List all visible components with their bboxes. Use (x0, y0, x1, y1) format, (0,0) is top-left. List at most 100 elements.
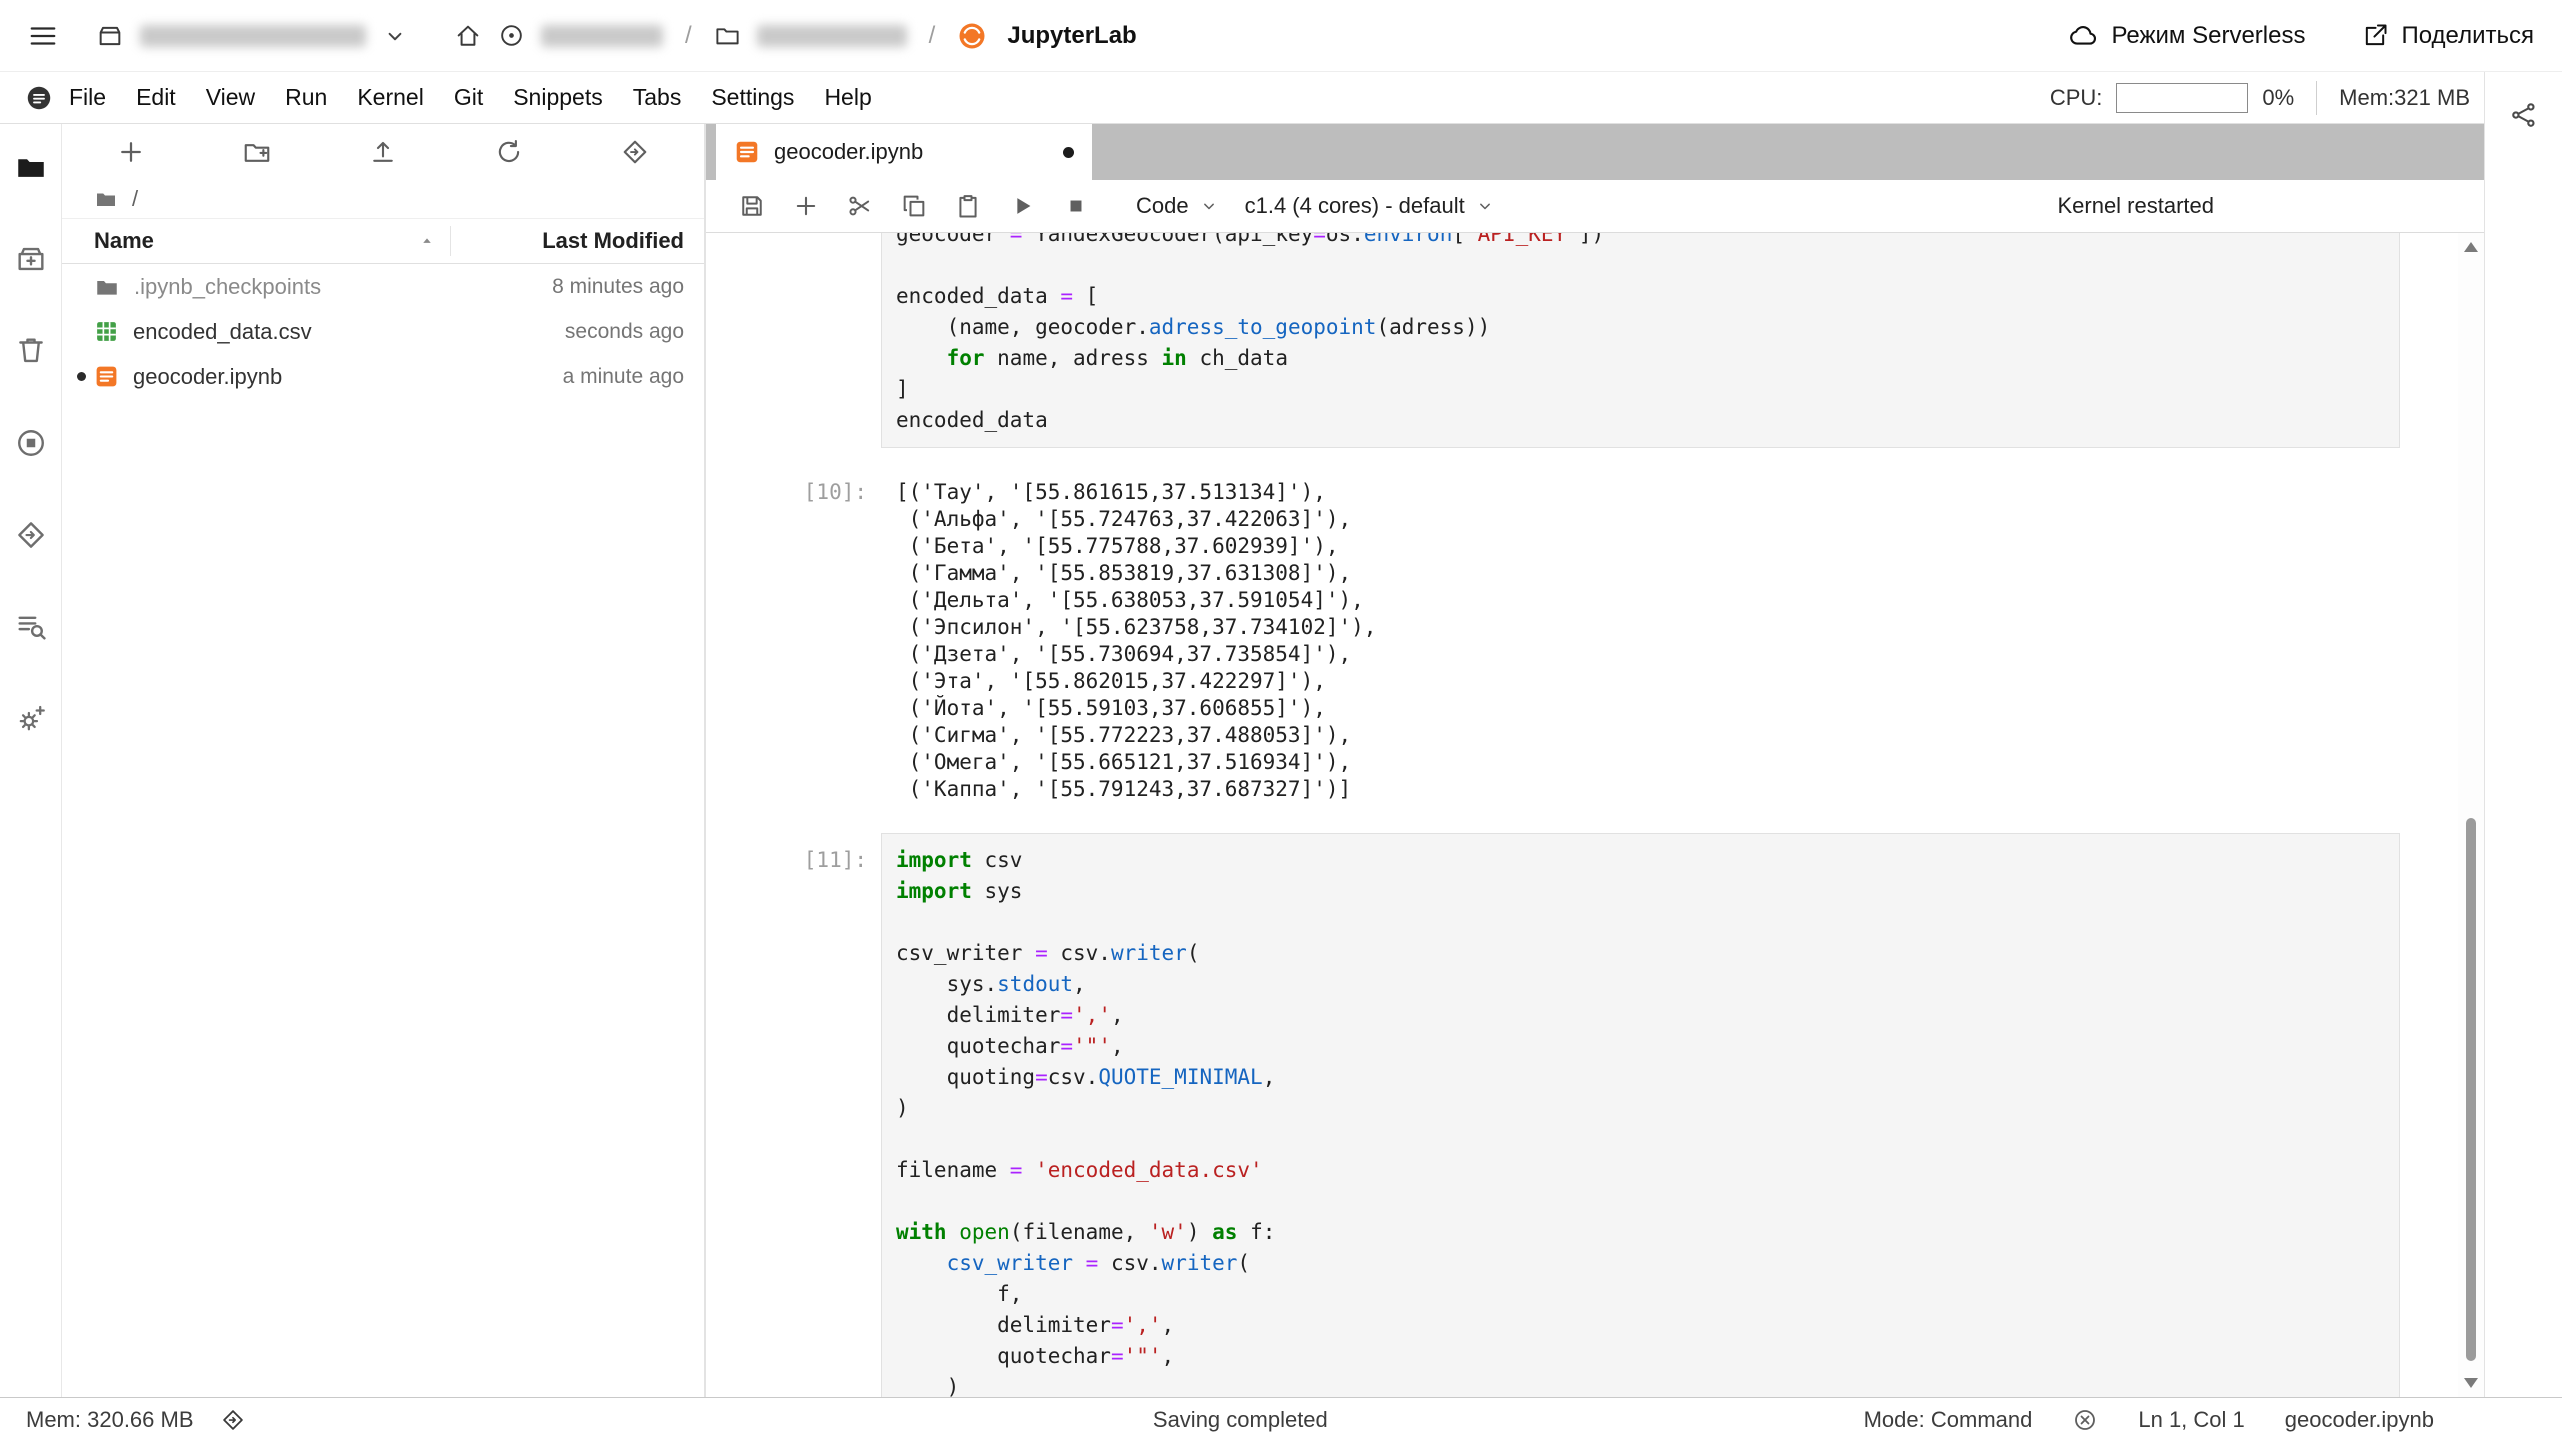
kernel-running-dot (76, 372, 86, 381)
chevron-down-icon (1475, 196, 1495, 216)
cell-input-area[interactable]: import csv import sys csv_writer = csv.w… (881, 833, 2400, 1397)
menu-view[interactable]: View (191, 84, 270, 111)
file-row[interactable]: .ipynb_checkpoints 8 minutes ago (62, 264, 704, 309)
breadcrumb-root[interactable]: / (132, 186, 138, 212)
cpu-label: CPU: (2049, 84, 2103, 110)
menu-tabs[interactable]: Tabs (618, 84, 697, 111)
menu-file[interactable]: File (54, 84, 121, 111)
refresh-button[interactable] (494, 137, 524, 167)
new-launcher-button[interactable] (116, 137, 146, 167)
serverless-label: Режим Serverless (2111, 21, 2306, 49)
menu-settings[interactable]: Settings (696, 84, 809, 111)
sidebar-tab-toc[interactable] (14, 610, 48, 644)
project-name-redacted[interactable] (541, 24, 663, 47)
csv-file-icon (94, 319, 119, 344)
column-name[interactable]: Name (94, 228, 154, 254)
hamburger-menu-icon[interactable] (28, 21, 58, 51)
sidebar-tab-files[interactable] (14, 150, 48, 184)
notebook-file-icon (94, 364, 119, 389)
menu-kernel[interactable]: Kernel (342, 84, 438, 111)
sidebar-tab-trash[interactable] (14, 334, 48, 368)
workspace-name-redacted[interactable] (140, 24, 366, 47)
app-title: JupyterLab (1007, 21, 1137, 49)
catalog-icon (96, 22, 124, 50)
scroll-up-arrow[interactable] (2464, 242, 2478, 252)
kernel-dropdown[interactable]: c1.4 (4 cores) - default (1245, 193, 1495, 219)
upload-button[interactable] (368, 137, 398, 167)
cell-source: geocoder = YandexGeocoder(api_key=os.env… (896, 233, 1605, 432)
output-cell[interactable]: [10]: [('Тау', '[55.861615,37.513134]'), … (706, 478, 2484, 803)
cpu-value: 0% (2262, 84, 2295, 110)
stop-kernel-button[interactable] (1062, 192, 1090, 220)
save-button[interactable] (738, 192, 766, 220)
paste-cell-button[interactable] (954, 192, 982, 220)
file-browser-toolbar (62, 124, 704, 180)
git-clone-button[interactable] (620, 137, 650, 167)
folder-icon (714, 22, 741, 49)
folder-icon[interactable] (94, 187, 118, 211)
app-icon[interactable] (24, 83, 54, 113)
tab-geocoder-ipynb[interactable]: geocoder.ipynb (716, 124, 1092, 180)
new-folder-button[interactable] (242, 137, 272, 167)
jupyterlab-logo (957, 21, 987, 51)
sidebar-tab-running[interactable] (14, 426, 48, 460)
file-browser-panel: / Name Last Modified .ipynb_checkpoints … (62, 124, 706, 1397)
serverless-mode-button[interactable]: Режим Serverless (2069, 21, 2305, 51)
kernel-value: c1.4 (4 cores) - default (1244, 193, 1465, 218)
file-name: geocoder.ipynb (133, 363, 283, 389)
file-row[interactable]: encoded_data.csv seconds ago (62, 309, 704, 354)
circle-x-icon[interactable] (2072, 1407, 2098, 1433)
home-icon[interactable] (454, 22, 482, 50)
cursor-position[interactable]: Ln 1, Col 1 (2138, 1407, 2244, 1433)
file-list-header: Name Last Modified (62, 218, 704, 264)
tab-label: geocoder.ipynb (774, 139, 924, 164)
add-cell-button[interactable] (792, 192, 820, 220)
scroll-down-arrow[interactable] (2464, 1378, 2478, 1388)
project-icon (498, 22, 525, 49)
code-cell[interactable]: geocoder = YandexGeocoder(api_key=os.env… (706, 233, 2484, 448)
menu-snippets[interactable]: Snippets (498, 84, 618, 111)
sidebar-tab-settings[interactable] (14, 702, 48, 736)
cell-source: import csv import sys csv_writer = csv.w… (896, 848, 1276, 1397)
cell-prompt (706, 233, 881, 448)
notebook-file-icon (734, 139, 760, 165)
topbar: / / JupyterLab Режим Serverless Поделить… (0, 0, 2562, 72)
menubar: File Edit View Run Kernel Git Snippets T… (0, 72, 2484, 124)
git-diamond-icon[interactable] (220, 1407, 246, 1433)
menu-help[interactable]: Help (809, 84, 886, 111)
cell-input-area[interactable]: geocoder = YandexGeocoder(api_key=os.env… (881, 233, 2400, 448)
cpu-meter (2116, 82, 2249, 113)
file-row[interactable]: geocoder.ipynb a minute ago (62, 354, 704, 399)
chevron-down-icon[interactable] (382, 23, 408, 49)
menu-edit[interactable]: Edit (121, 84, 191, 111)
share-export-icon (2361, 22, 2389, 50)
sidebar-tab-archive[interactable] (14, 242, 48, 276)
notebook-cells: geocoder = YandexGeocoder(api_key=os.env… (706, 233, 2484, 1397)
copy-cell-button[interactable] (900, 192, 928, 220)
notebook-scrollbar[interactable] (2458, 233, 2484, 1397)
run-cell-button[interactable] (1008, 192, 1036, 220)
cell-type-dropdown[interactable]: Code (1136, 193, 1219, 219)
status-message: Saving completed (1152, 1407, 1328, 1432)
task-name-redacted[interactable] (756, 24, 907, 47)
scrollbar-thumb[interactable] (2466, 818, 2476, 1361)
cloud-icon (2069, 21, 2099, 51)
cell-type-value: Code (1136, 193, 1189, 218)
unsaved-changes-dot[interactable] (1063, 146, 1074, 158)
file-modified: seconds ago (564, 319, 684, 343)
editor-mode[interactable]: Mode: Command (1864, 1407, 2033, 1433)
sidebar-tab-git[interactable] (14, 518, 48, 552)
divider (2316, 80, 2318, 115)
share-nodes-icon[interactable] (2509, 100, 2539, 130)
code-cell[interactable]: [11]: import csv import sys csv_writer = … (706, 833, 2484, 1397)
share-button[interactable]: Поделиться (2361, 22, 2534, 50)
right-sidebar-strip (2484, 72, 2562, 1397)
menu-git[interactable]: Git (439, 84, 498, 111)
column-modified[interactable]: Last Modified (450, 226, 684, 256)
menu-run[interactable]: Run (270, 84, 342, 111)
sort-ascending-icon[interactable] (418, 232, 436, 250)
notebook-content: geocoder = YandexGeocoder(api_key=os.env… (706, 233, 2484, 1397)
mem-label: Mem:321 MB (2339, 84, 2470, 110)
cut-cell-button[interactable] (846, 192, 874, 220)
file-name: .ipynb_checkpoints (134, 273, 322, 299)
